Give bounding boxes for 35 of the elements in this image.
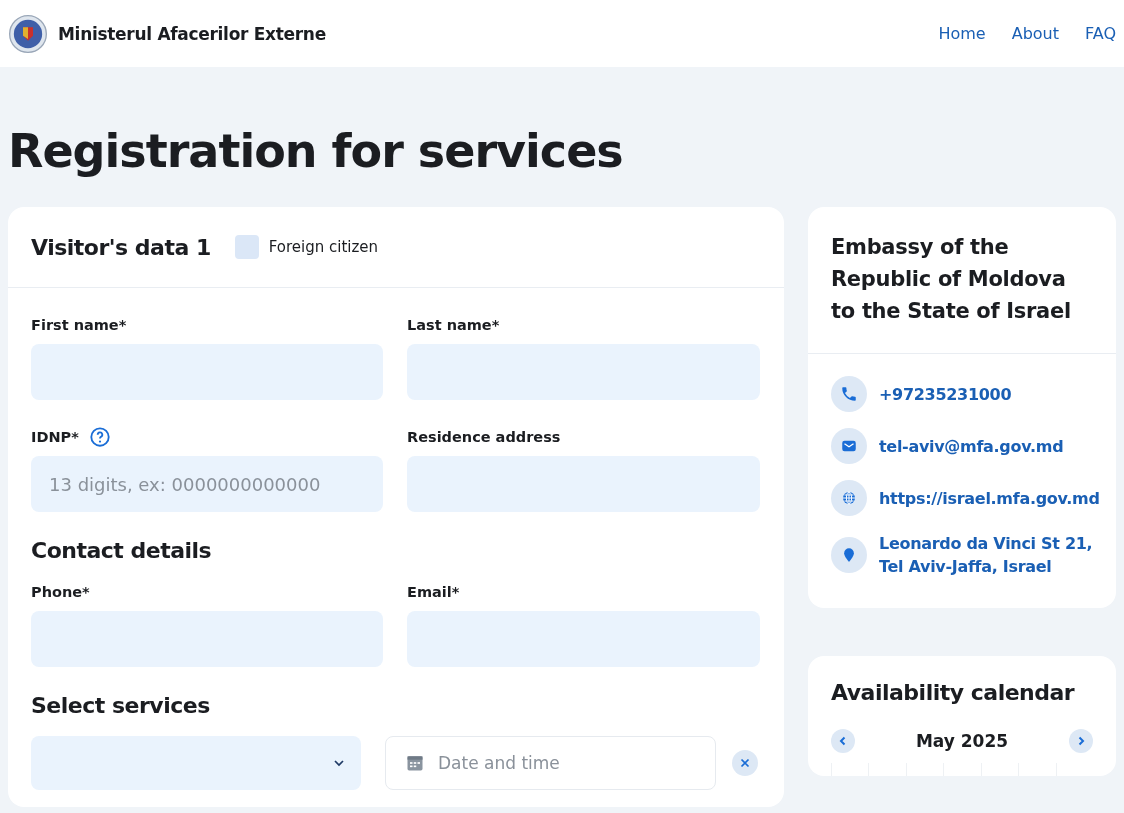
help-icon [88,426,111,448]
section-title: Visitor's data 1 [31,234,211,260]
phone-icon [831,376,867,412]
site-title[interactable]: Ministerul Afacerilor Externe [58,23,326,44]
nav-link[interactable]: Home [938,24,986,43]
field-label: Phone* [31,584,90,600]
foreign-citizen-checkbox[interactable]: Foreign citizen [234,235,379,259]
previous-month-button[interactable] [831,729,855,753]
globe-icon [831,480,867,516]
field-label: First name* [31,317,127,333]
envelope-icon [831,428,867,464]
remove-button[interactable] [732,750,758,776]
embassy-title: Embassy of the Republic of Moldova to the State of Israel [831,234,1072,325]
input-field[interactable]: 13 digits, ex: 0000000000000 [31,456,383,512]
next-month-button[interactable] [1069,729,1093,753]
date-time-field[interactable]: Date and time [385,736,716,790]
field-label: Residence address [407,429,561,445]
contact-link[interactable]: Leonardo da Vinci St 21, Tel Aviv-Jaffa, Israel [879,532,1093,578]
contact-link[interactable]: tel-aviv@mfa.gov.md [879,434,1064,458]
service-dropdown[interactable] [31,736,361,790]
map-pin-icon [831,537,867,573]
nav-link[interactable]: About [1011,24,1059,43]
page-title: Registration for services [8,123,624,179]
field-label: Last name* [407,317,500,333]
section-title: Select services [31,693,211,718]
calendar-title: Availability calendar [831,680,1076,705]
contact-link[interactable]: https://israel.mfa.gov.md [879,486,1100,510]
section-title: Contact details [31,538,213,563]
field-label: IDNP* [31,429,79,445]
nav-link[interactable]: FAQ [1085,24,1116,43]
field-label: Email* [407,584,460,600]
emblem-icon [8,13,48,54]
contact-link[interactable]: +97235231000 [879,382,1012,406]
close-icon [739,757,751,769]
month-label: May 2025 [915,731,1009,751]
